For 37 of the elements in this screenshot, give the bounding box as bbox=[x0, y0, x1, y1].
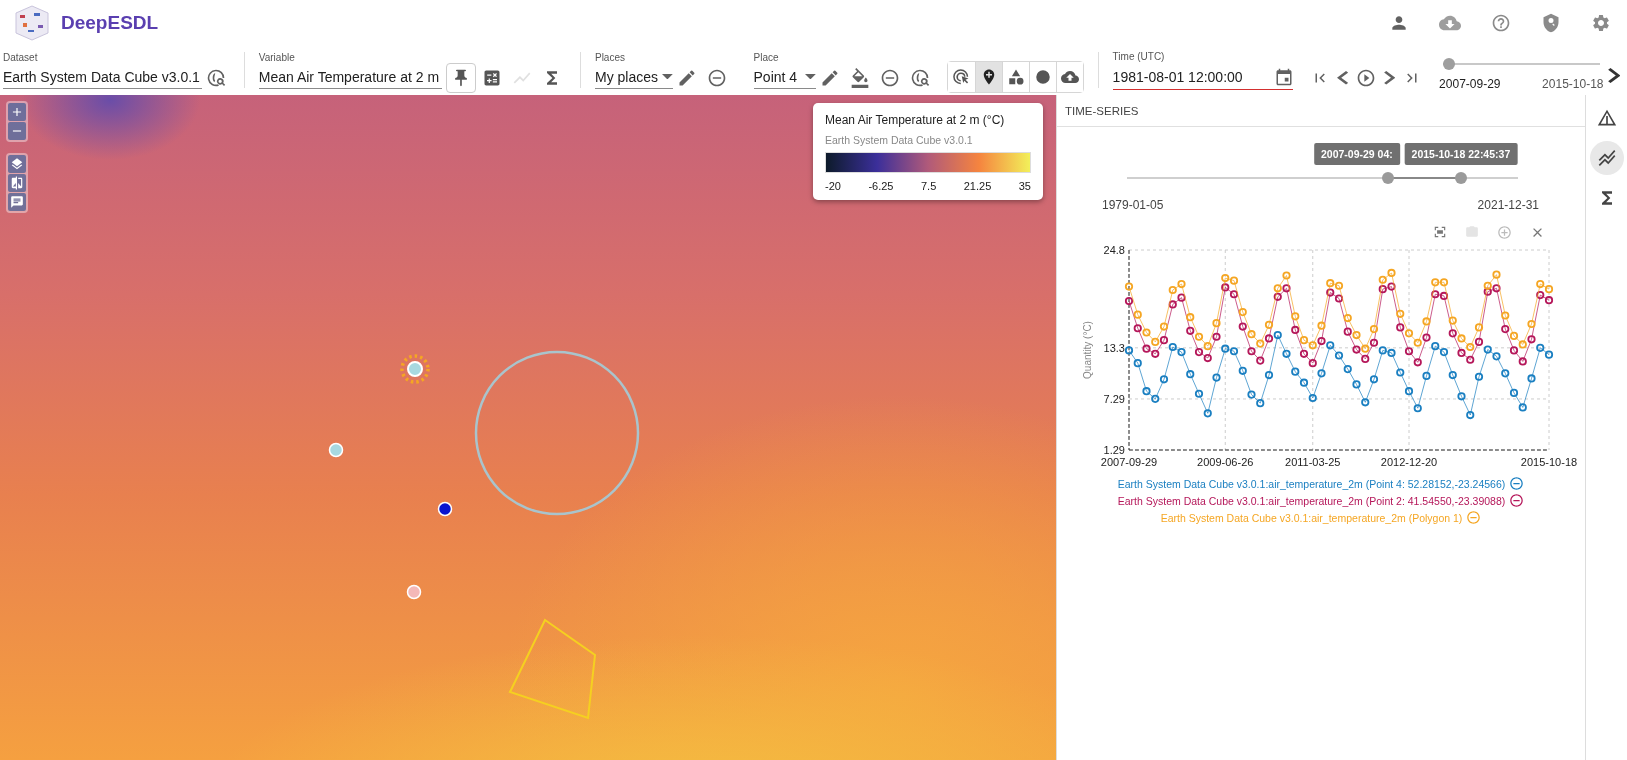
thumb-tooltip: 2007-09-29 04: bbox=[1314, 143, 1400, 165]
field-label: Places bbox=[594, 51, 626, 63]
colorbar-tick: 7.5 bbox=[920, 180, 937, 192]
y-axis-label: Quantity (°C) bbox=[1082, 321, 1093, 379]
places-select[interactable]: My places bbox=[594, 68, 673, 89]
slider-end-label: 2015-10-18 bbox=[1542, 77, 1604, 91]
time-field[interactable]: 1981-08-01 12:00:00 bbox=[1112, 67, 1293, 90]
y-tick-label: 7.29 bbox=[1103, 392, 1125, 405]
panel-title: TIME-SERIES bbox=[1057, 95, 1585, 127]
x-tick-label: 2015-10-18 bbox=[1520, 456, 1578, 468]
colorbar-tick: 35 bbox=[1018, 180, 1031, 192]
field-label: Time (UTC) bbox=[1112, 50, 1166, 62]
x-tick-label: 2011-03-25 bbox=[1285, 456, 1341, 468]
y-tick-label: 13.3 bbox=[1103, 341, 1125, 354]
slider-start-label: 2007-09-29 bbox=[1439, 77, 1501, 91]
place-select[interactable]: Point 4 bbox=[753, 68, 816, 89]
map-raster[interactable]: Mean Air Temperature at 2 m (°C) Earth System Data Cube v3.0.1 -20 -6.25 7.5 21.25 35 bbox=[0, 95, 1056, 760]
thumb-tooltip: 2015-10-18 22:45:37 bbox=[1404, 143, 1518, 165]
x-tick-label: 2009-06-26 bbox=[1197, 456, 1254, 468]
series-legend-label: Earth System Data Cube v3.0.1:air_temperature_2m (Polygon 1) bbox=[1160, 511, 1463, 524]
colorbar-tick: 21.25 bbox=[963, 180, 992, 192]
range-start-label: 1979-01-05 bbox=[1102, 198, 1164, 212]
series-legend-label: Earth System Data Cube v3.0.1:air_temperature_2m (Point 2: 41.54550,-23.39088) bbox=[1117, 494, 1506, 507]
x-tick-label: 2007-09-29 bbox=[1100, 456, 1158, 468]
field-label: Variable bbox=[258, 51, 296, 63]
x-tick-label: 2012-12-20 bbox=[1380, 456, 1438, 468]
y-tick-label: 1.29 bbox=[1103, 444, 1125, 456]
app-title: DeepESDL bbox=[61, 11, 159, 34]
colorbar-tick: -6.25 bbox=[868, 180, 894, 192]
colorbar-tick: -20 bbox=[825, 180, 841, 192]
series-legend-label: Earth System Data Cube v3.0.1:air_temperature_2m (Point 4: 52.28152,-23.24566) bbox=[1117, 477, 1506, 490]
field-label: Dataset bbox=[3, 51, 39, 63]
legend-subtitle: Earth System Data Cube v3.0.1 bbox=[825, 134, 974, 146]
range-end-label: 2021-12-31 bbox=[1477, 198, 1539, 212]
legend-title: Mean Air Temperature at 2 m (°C) bbox=[825, 113, 1006, 127]
y-tick-label: 24.8 bbox=[1103, 244, 1125, 256]
field-label: Place bbox=[753, 51, 780, 63]
